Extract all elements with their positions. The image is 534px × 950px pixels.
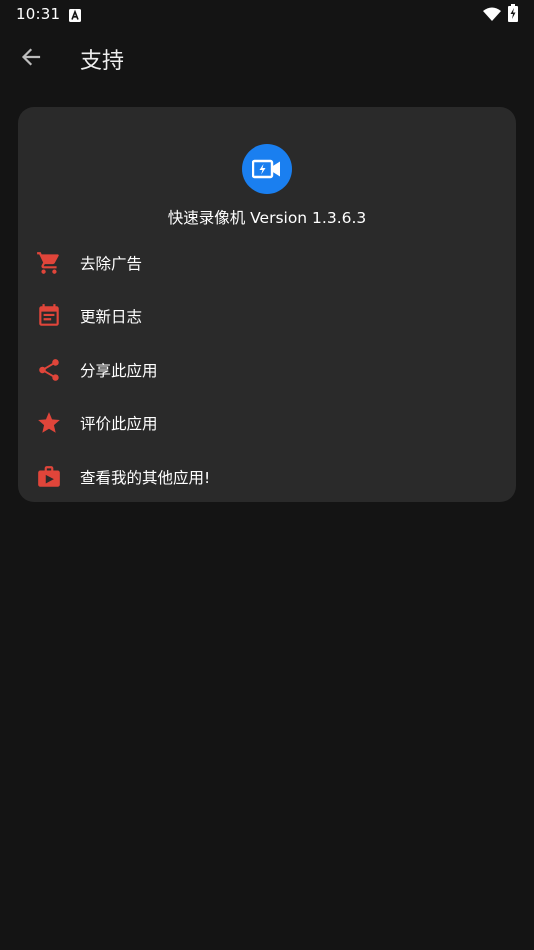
menu-item-label: 查看我的其他应用! <box>80 468 211 487</box>
battery-charging-icon <box>508 4 518 22</box>
status-bar: 10:31 <box>0 0 534 28</box>
menu-item-rate[interactable]: 评价此应用 <box>18 396 516 449</box>
play-store-bag-icon <box>36 464 62 490</box>
about-card: 快速录像机 Version 1.3.6.3 去除广告 更新日志 分享此应用 评价… <box>18 107 516 502</box>
calendar-icon <box>36 303 62 329</box>
cart-icon <box>36 250 62 276</box>
arrow-left-icon <box>20 46 42 72</box>
wifi-icon <box>483 6 501 21</box>
menu-item-more-apps[interactable]: 查看我的其他应用! <box>18 450 516 503</box>
menu-item-label: 更新日志 <box>80 307 143 326</box>
star-icon <box>36 410 62 436</box>
a-square-icon <box>69 7 81 22</box>
menu-item-label: 评价此应用 <box>80 414 158 433</box>
status-time: 10:31 <box>16 5 61 23</box>
share-icon <box>36 357 62 383</box>
back-button[interactable] <box>10 38 52 80</box>
video-camera-flash-icon <box>242 144 292 194</box>
menu-item-share[interactable]: 分享此应用 <box>18 343 516 396</box>
menu-item-label: 分享此应用 <box>80 361 158 380</box>
menu-item-remove-ads[interactable]: 去除广告 <box>18 236 516 289</box>
app-name-version: 快速录像机 Version 1.3.6.3 <box>167 209 367 227</box>
page-title: 支持 <box>80 49 125 74</box>
menu-item-changelog[interactable]: 更新日志 <box>18 289 516 342</box>
app-bar: 支持 <box>0 28 534 88</box>
menu-item-label: 去除广告 <box>80 254 143 273</box>
